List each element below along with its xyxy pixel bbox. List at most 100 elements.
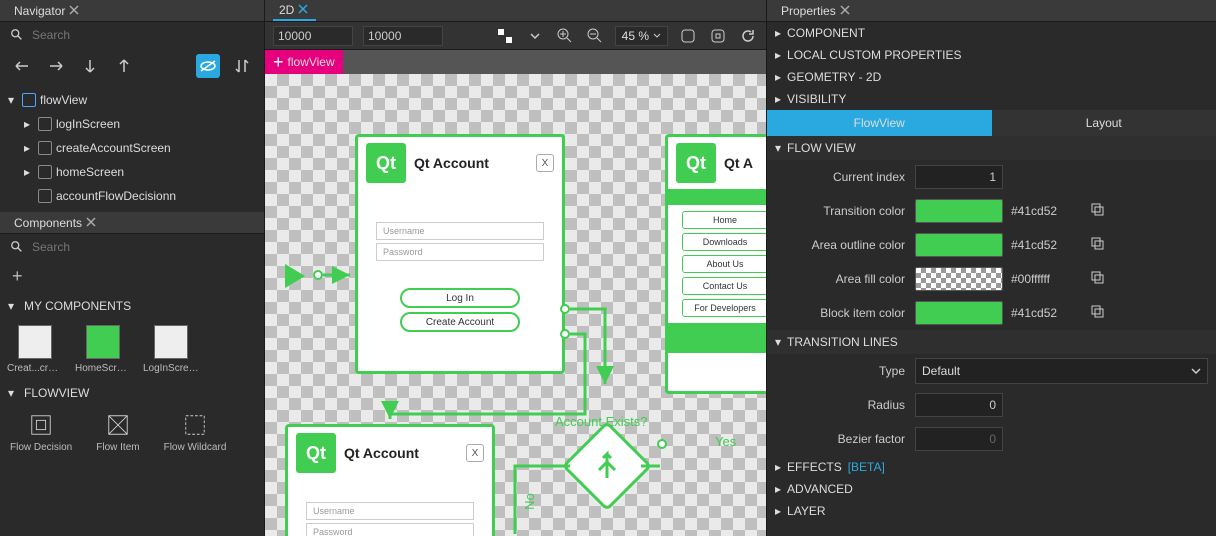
components-search-input[interactable] — [32, 240, 254, 254]
section-layer[interactable]: ▸LAYER — [767, 500, 1216, 522]
tree-item-accountflowdecision[interactable]: accountFlowDecisionn — [4, 184, 260, 208]
current-index-input[interactable] — [915, 165, 1003, 189]
thumb-preview — [18, 325, 52, 359]
section-label: FLOWVIEW — [24, 386, 89, 400]
screen-title: Qt A — [724, 155, 753, 171]
canvas-x-input[interactable] — [273, 26, 353, 46]
search-icon — [10, 240, 24, 254]
navigator-search-input[interactable] — [32, 28, 254, 42]
prop-area-fill-color: Area fill color #00ffffff — [767, 262, 1216, 296]
properties-tab[interactable]: Properties — [775, 2, 858, 20]
group-transition-lines[interactable]: ▾TRANSITION LINES — [767, 330, 1216, 354]
tree-root-flowview[interactable]: ▾ flowView — [4, 88, 260, 112]
color-swatch[interactable] — [915, 301, 1003, 325]
flow-item-createaccount[interactable]: Qt Qt Account X Username Password Repeat… — [285, 424, 495, 536]
section-label: GEOMETRY - 2D — [787, 70, 881, 84]
my-components-header[interactable]: ▾ MY COMPONENTS — [0, 293, 264, 319]
caret-right-icon: ▸ — [775, 48, 781, 62]
arrow-left-icon[interactable] — [10, 54, 34, 78]
refresh-icon[interactable] — [738, 26, 758, 46]
close-icon[interactable]: X — [536, 154, 554, 172]
caret-down-icon: ▾ — [775, 335, 781, 349]
navigator-search[interactable] — [0, 22, 264, 48]
properties-subtabs: FlowView Layout — [767, 110, 1216, 136]
color-swatch[interactable] — [915, 267, 1003, 291]
close-icon[interactable] — [840, 5, 852, 17]
color-swatch[interactable] — [915, 199, 1003, 223]
arrow-up-icon[interactable] — [112, 54, 136, 78]
section-local-custom[interactable]: ▸LOCAL CUSTOM PROPERTIES — [767, 44, 1216, 66]
close-icon[interactable] — [298, 4, 310, 16]
section-label: LAYER — [787, 504, 825, 518]
visibility-toggle-icon[interactable] — [196, 54, 220, 78]
component-icon — [38, 189, 52, 203]
chevron-down-icon[interactable] — [525, 26, 545, 46]
component-thumb[interactable]: Creat...creen — [10, 325, 60, 374]
section-visibility[interactable]: ▸VISIBILITY — [767, 88, 1216, 110]
canvas-y-input[interactable] — [363, 26, 443, 46]
type-select[interactable]: Default — [915, 358, 1208, 384]
zoom-out-icon[interactable] — [585, 26, 605, 46]
flow-wildcard-tool[interactable]: Flow Wildcard — [164, 412, 227, 453]
password-field: Password — [376, 243, 544, 261]
zoom-in-icon[interactable] — [555, 26, 575, 46]
flowview-header[interactable]: ▾ FLOWVIEW — [0, 380, 264, 406]
flow-item-loginscreen[interactable]: Qt Qt Account X Username Password Log In… — [355, 134, 565, 374]
radius-input[interactable] — [915, 393, 1003, 417]
canvas[interactable]: Qt Qt Account X Username Password Log In… — [265, 74, 766, 536]
copy-icon[interactable] — [1089, 303, 1109, 323]
component-thumb[interactable]: HomeScreen — [78, 325, 128, 374]
component-thumb[interactable]: LogInScreen — [146, 325, 196, 374]
copy-icon[interactable] — [1089, 269, 1109, 289]
tab-2d[interactable]: 2D — [273, 1, 316, 21]
close-icon[interactable]: X — [466, 444, 484, 462]
tree-label: logInScreen — [56, 117, 120, 131]
flow-decision[interactable] — [562, 421, 653, 512]
thumb-preview — [154, 325, 188, 359]
flowview-canvas-label[interactable]: + flowView — [265, 50, 343, 74]
close-icon[interactable] — [69, 5, 81, 17]
flow-item-homescreen[interactable]: Qt Qt A Home Downloads About Us Contact … — [665, 134, 766, 394]
sort-icon[interactable] — [230, 54, 254, 78]
section-advanced[interactable]: ▸ADVANCED — [767, 478, 1216, 500]
section-geometry[interactable]: ▸GEOMETRY - 2D — [767, 66, 1216, 88]
arrow-down-icon[interactable] — [78, 54, 102, 78]
components-search[interactable] — [0, 234, 264, 260]
home-nav-button: Contact Us — [682, 277, 766, 295]
flow-item-tool[interactable]: Flow Item — [96, 412, 139, 453]
qt-logo-icon: Qt — [296, 433, 336, 473]
flow-decision-tool[interactable]: Flow Decision — [10, 412, 72, 453]
flow-port[interactable] — [560, 329, 570, 339]
copy-icon[interactable] — [1089, 201, 1109, 221]
tree-item-loginscreen[interactable]: ▸ logInScreen — [4, 112, 260, 136]
navigator-tab[interactable]: Navigator — [8, 2, 87, 20]
close-icon[interactable] — [86, 217, 98, 229]
group-flowview[interactable]: ▾FLOW VIEW — [767, 136, 1216, 160]
components-tab[interactable]: Components — [8, 214, 104, 232]
fit-selection-icon[interactable] — [708, 26, 728, 46]
prop-label: Block item color — [775, 306, 905, 320]
type-value: Default — [922, 364, 960, 378]
tab-flowview[interactable]: FlowView — [767, 110, 992, 136]
flow-port[interactable] — [313, 270, 323, 280]
color-swatch[interactable] — [915, 233, 1003, 257]
tree-item-createaccountscreen[interactable]: ▸ createAccountScreen — [4, 136, 260, 160]
section-component[interactable]: ▸COMPONENT — [767, 22, 1216, 44]
fit-screen-icon[interactable] — [678, 26, 698, 46]
section-effects[interactable]: ▸ EFFECTS [BETA] — [767, 456, 1216, 478]
username-field: Username — [376, 222, 544, 240]
flow-port[interactable] — [560, 304, 570, 314]
flow-port[interactable] — [657, 439, 667, 449]
tree-item-homescreen[interactable]: ▸ homeScreen — [4, 160, 260, 184]
add-component-button[interactable]: + — [0, 260, 264, 293]
copy-icon[interactable] — [1089, 235, 1109, 255]
bezier-input[interactable] — [915, 427, 1003, 451]
arrow-right-icon[interactable] — [44, 54, 68, 78]
zoom-select[interactable]: 45 % — [615, 26, 668, 46]
anchor-icon[interactable] — [495, 26, 515, 46]
canvas-wrap: + flowView Qt Qt Account X Username Pass… — [265, 50, 766, 536]
prop-label: Type — [775, 364, 905, 378]
tab-layout[interactable]: Layout — [992, 110, 1216, 136]
flow-start-icon[interactable] — [285, 264, 305, 288]
flow-wildcard-icon — [182, 412, 208, 438]
